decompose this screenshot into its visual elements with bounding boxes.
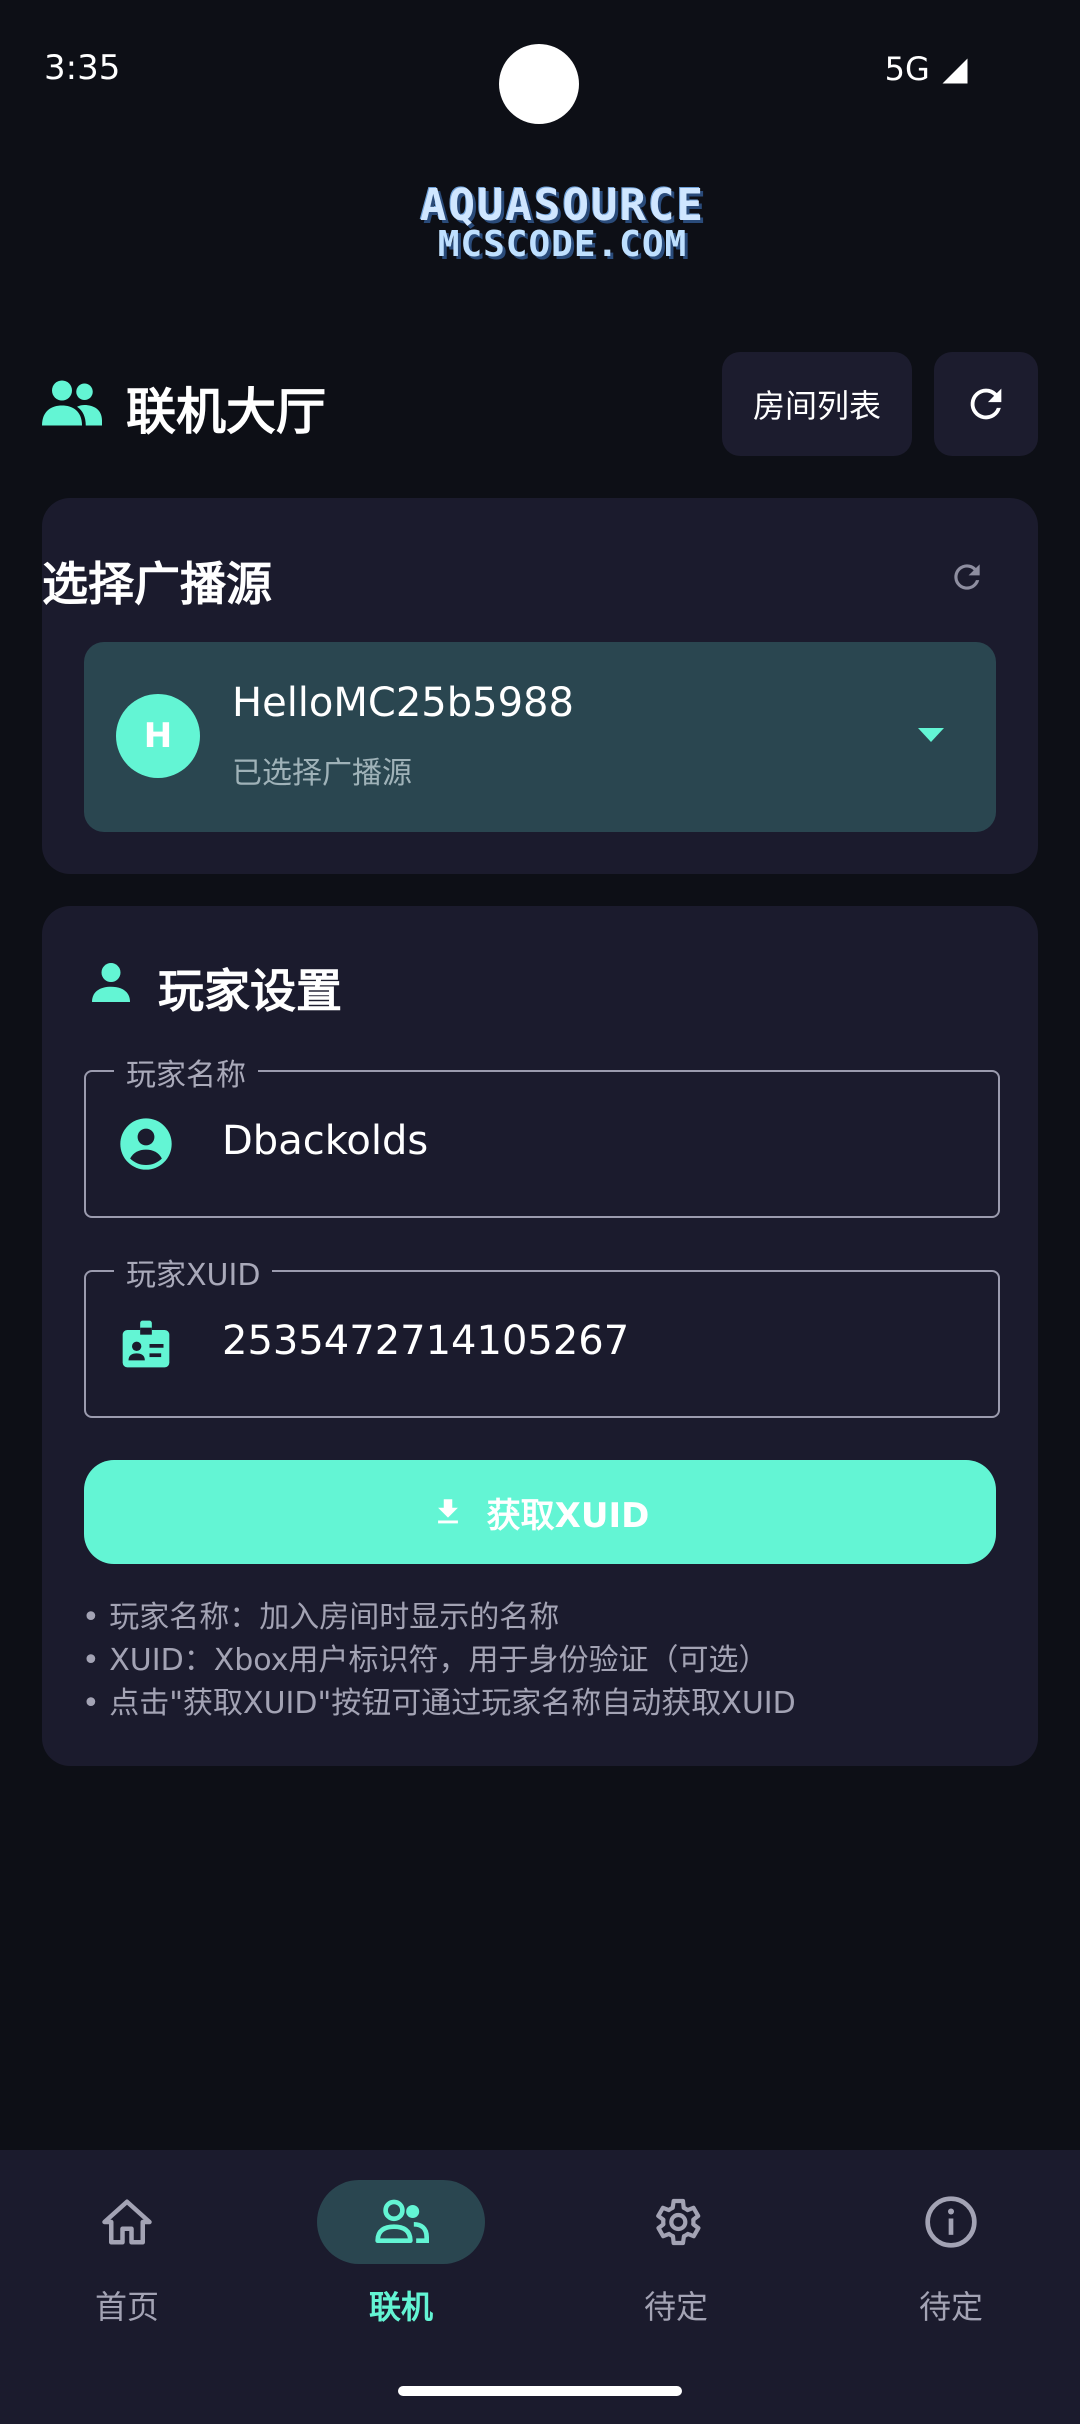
status-bar: 3:35 5G — [0, 0, 1080, 140]
logo-subtitle: MCSCODE.COM — [437, 224, 688, 265]
gear-icon — [656, 2198, 701, 2246]
player-name-label: 玩家名称 — [114, 1050, 258, 1094]
page-title: 联机大厅 — [126, 383, 326, 441]
room-list-label: 房间列表 — [752, 387, 881, 425]
group-icon — [42, 380, 102, 426]
source-name: HelloMC25b5988 — [232, 680, 574, 726]
refresh-icon — [970, 388, 1002, 420]
nav-pill-active — [317, 2180, 485, 2264]
help-hints: • 玩家名称：加入房间时显示的名称 • XUID：Xbox用户标识符，用于身份验… — [82, 1596, 796, 1725]
room-list-button[interactable]: 房间列表 — [722, 352, 912, 456]
nav-label-multiplayer: 联机 — [368, 2288, 433, 2326]
chevron-down-icon[interactable] — [918, 728, 944, 742]
hint-line: • 点击"获取XUID"按钮可通过玩家名称自动获取XUID — [82, 1686, 796, 1721]
nav-label-pending-2: 待定 — [918, 2288, 983, 2326]
nav-label-pending-1: 待定 — [643, 2288, 708, 2326]
source-avatar: H — [116, 694, 200, 778]
account-circle-icon — [120, 1118, 172, 1170]
hint-line: • 玩家名称：加入房间时显示的名称 — [82, 1600, 560, 1635]
nav-pill — [592, 2180, 760, 2264]
nav-item-pending-2[interactable]: 待定 — [851, 2180, 1051, 2328]
signal-icon — [942, 58, 968, 84]
person-icon — [92, 963, 130, 1002]
home-indicator[interactable] — [398, 2386, 682, 2396]
nav-label-home: 首页 — [94, 2288, 159, 2326]
status-time: 3:35 — [44, 48, 121, 88]
nav-pill — [43, 2180, 211, 2264]
refresh-button[interactable] — [934, 352, 1038, 456]
broadcast-source-select[interactable] — [84, 642, 996, 832]
app-logo: AQUASOURCE MCSCODE.COM — [395, 180, 730, 270]
nav-item-home[interactable]: 首页 — [27, 2180, 227, 2328]
refresh-sources-icon[interactable] — [948, 558, 986, 596]
badge-icon — [122, 1320, 170, 1368]
group-icon — [375, 2199, 429, 2243]
download-icon — [437, 1499, 458, 1524]
home-icon — [102, 2199, 152, 2245]
nav-pill — [867, 2180, 1035, 2264]
player-settings-title: 玩家设置 — [158, 964, 342, 1018]
player-xuid-input[interactable]: 2535472714105267 — [222, 1318, 629, 1364]
source-status: 已选择广播源 — [232, 756, 412, 791]
broadcast-source-title: 选择广播源 — [42, 557, 272, 611]
camera-cutout — [499, 44, 579, 124]
network-indicator: 5G — [885, 50, 970, 88]
player-name-input[interactable]: Dbackolds — [222, 1118, 428, 1164]
player-xuid-label: 玩家XUID — [114, 1250, 273, 1294]
nav-item-multiplayer[interactable]: 联机 — [301, 2180, 501, 2328]
info-icon — [925, 2196, 977, 2248]
fetch-xuid-button[interactable]: 获取XUID — [84, 1460, 996, 1564]
nav-item-pending-1[interactable]: 待定 — [576, 2180, 776, 2328]
bottom-navigation: 首页 联机 待定 待定 — [0, 2150, 1080, 2424]
hint-line: • XUID：Xbox用户标识符，用于身份验证（可选） — [82, 1643, 769, 1678]
network-type: 5G — [884, 50, 930, 88]
fetch-xuid-label: 获取XUID — [486, 1495, 650, 1536]
